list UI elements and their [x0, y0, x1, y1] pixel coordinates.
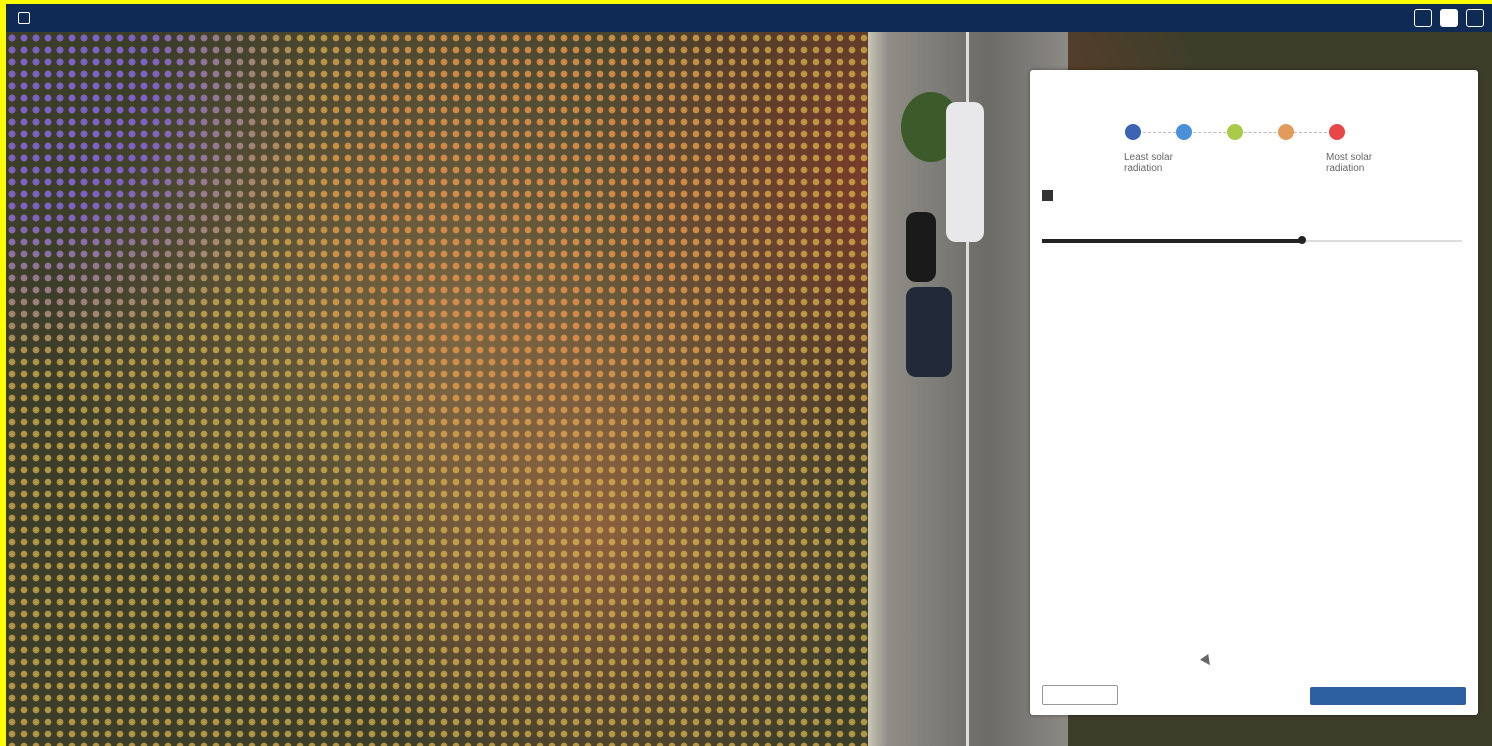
top-navigation-bar: [6, 4, 1492, 32]
opacity-slider[interactable]: [1042, 236, 1462, 244]
legend-dot-4: [1278, 124, 1294, 140]
legend-min-label: Least solar radiation: [1124, 152, 1173, 174]
legend-dot-3: [1227, 124, 1243, 140]
legend-dot-5: [1329, 124, 1345, 140]
solar-radiation-legend: [1125, 122, 1345, 142]
legend-max-label: Most solar radiation: [1326, 152, 1373, 174]
top-button-2[interactable]: [1440, 9, 1458, 27]
parked-car: [906, 287, 952, 377]
top-button-1[interactable]: [1414, 9, 1432, 27]
parked-car: [906, 212, 936, 282]
solar-grid-overlay-low: [6, 32, 876, 746]
top-button-3[interactable]: [1466, 9, 1484, 27]
legend-dot-1: [1125, 124, 1141, 140]
back-button[interactable]: [1042, 685, 1118, 705]
app-brand[interactable]: [18, 12, 36, 24]
top-buttons: [1414, 9, 1484, 27]
legend-dot-2: [1176, 124, 1192, 140]
next-button[interactable]: [1310, 687, 1466, 705]
options-panel: Least solar radiation Most solar radiati…: [1030, 70, 1478, 715]
overlay-checkbox-row[interactable]: [1042, 190, 1059, 201]
parked-car: [946, 102, 984, 242]
overlay-checkbox[interactable]: [1042, 190, 1053, 201]
app-logo-icon: [18, 12, 30, 24]
slider-fill: [1042, 239, 1303, 243]
slider-thumb[interactable]: [1298, 236, 1307, 244]
